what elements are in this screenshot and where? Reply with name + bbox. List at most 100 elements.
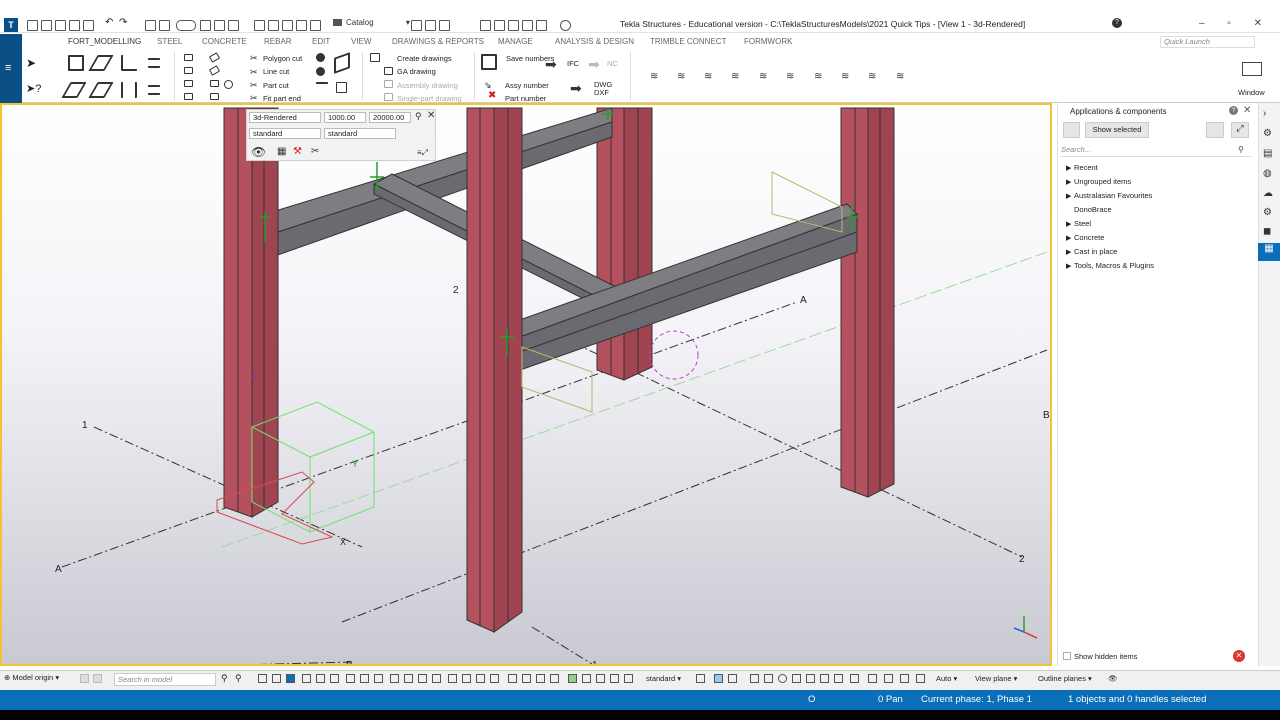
share-icon[interactable] [83,20,94,31]
snap-point-icon[interactable] [750,674,759,683]
snap5-icon[interactable] [536,20,547,31]
tab-manage[interactable]: MANAGE [498,37,533,46]
select-filter7-icon[interactable] [390,674,399,683]
tools-icon[interactable]: ✂ [311,146,319,157]
tree-item-tools-macros-plugins[interactable]: ▶ Tools, Macros & Plugins [1066,261,1154,270]
settings-icon[interactable]: ⚙ [1263,207,1272,218]
visibility-icon[interactable] [728,674,737,683]
select-tool-icon[interactable] [258,674,267,683]
move-icon[interactable] [214,20,225,31]
tree-item-concrete[interactable]: ▶ Concrete [1066,233,1104,242]
part-cut-small2-icon[interactable] [184,67,193,74]
dwg-export-arrow-icon[interactable]: ➡ [570,80,582,96]
select-filter4-icon[interactable] [346,674,355,683]
angle-icon[interactable] [121,55,137,71]
zoom-icon[interactable] [282,20,293,31]
tab-edit[interactable]: EDIT [312,37,330,46]
catalog-tool-icon[interactable] [411,20,422,31]
redo-icon[interactable]: ↷ [119,17,130,28]
bolt-icon[interactable] [316,53,325,62]
search-icon[interactable]: ⚲ [1238,145,1244,154]
snap-point10-icon[interactable] [884,674,893,683]
part-cut-label[interactable]: Part cut [263,81,289,90]
select-all-icon[interactable] [286,674,295,683]
assy-number-icon[interactable]: ⇘ [484,80,496,90]
grid-icon[interactable] [296,20,307,31]
tab-drawings-reports[interactable]: DRAWINGS & REPORTS [392,37,484,46]
ifc-export-arrow-icon[interactable]: ➡ [545,56,557,72]
clock-icon[interactable] [560,20,571,31]
macro-icon[interactable]: ≋ [650,71,658,82]
search-icon[interactable]: ⚲ [221,673,230,683]
model-view[interactable]: 1 2 A A B B 2 1 Y X Z [0,103,1052,666]
snap-tool11-icon[interactable] [610,674,619,683]
catalog-tool2-icon[interactable] [425,20,436,31]
link-icon[interactable] [176,20,196,31]
snap-tool5-icon[interactable] [522,674,531,683]
tab-concrete[interactable]: CONCRETE [202,37,247,46]
snap-tool4-icon[interactable] [508,674,517,683]
select-filter10-icon[interactable] [432,674,441,683]
clip-icon[interactable] [310,20,321,31]
macro-icon[interactable]: ≋ [841,71,849,82]
snap-point12-icon[interactable] [916,674,925,683]
tree-item-recent[interactable]: ▶ Recent [1066,163,1098,172]
dwg-dxf-label[interactable]: DWG DXF [594,81,612,97]
weld-icon[interactable] [316,67,325,76]
ifc-label[interactable]: IFC [567,59,579,68]
snap-settings-icon[interactable] [696,674,705,683]
part-cut-icon[interactable]: ✂ [250,80,259,90]
view-depth-down-field[interactable]: 20000.00 [369,112,411,123]
tree-item-steel[interactable]: ▶ Steel [1066,219,1091,228]
representation-dropdown[interactable]: standard [249,128,321,139]
view-icon[interactable] [254,20,265,31]
select-arrow-icon[interactable]: ➤ [26,56,38,70]
tab-view[interactable]: VIEW [351,37,371,46]
catalog-tool3-icon[interactable] [439,20,450,31]
snap-tool10-icon[interactable] [596,674,605,683]
fit-part-end-label[interactable]: Fit part end [263,94,301,103]
select-filter6-icon[interactable] [374,674,383,683]
tab-steel[interactable]: STEEL [157,37,182,46]
tree-item-donobrace[interactable]: DonoBrace [1066,205,1112,214]
properties-icon[interactable]: ⚙ [1263,128,1272,139]
snap-tool-icon[interactable] [462,674,471,683]
part-number-x-icon[interactable]: ✖ [488,90,500,101]
copy-icon[interactable] [200,20,211,31]
file-menu-button[interactable]: ≡ [0,34,22,103]
snap-point4-icon[interactable] [792,674,801,683]
create-drawings-icon[interactable] [370,53,380,62]
macro-icon[interactable]: ≋ [704,71,712,82]
select-filter8-icon[interactable] [404,674,413,683]
line-cut-label[interactable]: Line cut [263,67,289,76]
snap-tool9-icon[interactable] [582,674,591,683]
save-numbers-icon[interactable] [481,54,497,70]
view-depth-up-field[interactable]: 1000.00 [324,112,366,123]
snap-point7-icon[interactable] [834,674,843,683]
snap-tool2-icon[interactable] [476,674,485,683]
collapse-chevron-icon[interactable]: › [1263,108,1266,119]
measure-icon[interactable] [228,20,239,31]
snap-point8-icon[interactable] [850,674,859,683]
tree-item-ungrouped[interactable]: ▶ Ungrouped items [1066,177,1131,186]
expand-icon[interactable]: ≡⤢ [417,148,428,158]
select-filter11-icon[interactable] [448,674,457,683]
eye-icon[interactable]: 👁 [251,145,266,159]
tree-item-cast-in-place[interactable]: ▶ Cast in place [1066,247,1117,256]
select-tool2-icon[interactable] [272,674,281,683]
globe-icon[interactable]: ◍ [1263,168,1272,179]
query-icon[interactable]: ➤? [26,82,41,95]
snap3-icon[interactable] [508,20,519,31]
snap-tool3-icon[interactable] [490,674,499,683]
workplane2-icon[interactable] [93,674,102,683]
pin-icon[interactable]: ⚲ [415,111,422,122]
auto-dropdown[interactable]: Auto ▾ [936,674,957,683]
status-phase[interactable]: Current phase: 1, Phase 1 [921,694,1032,705]
part-number-label[interactable]: Part number [505,94,546,103]
representation2-dropdown[interactable]: standard [324,128,396,139]
tekla-logo-icon[interactable]: T [4,18,18,32]
assy-number-label[interactable]: Assy number [505,81,549,90]
view-name-field[interactable]: 3d-Rendered [249,112,321,123]
tab-analysis-design[interactable]: ANALYSIS & DESIGN [555,37,634,46]
show-hidden-checkbox[interactable] [1063,652,1071,660]
